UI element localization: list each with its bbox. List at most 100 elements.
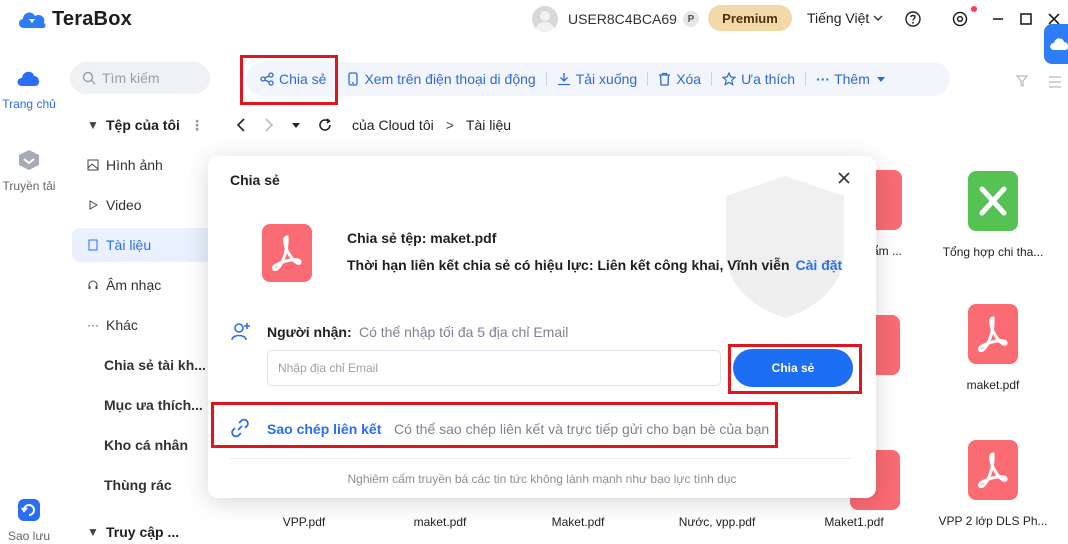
- settings-gear-icon[interactable]: [950, 9, 970, 29]
- sidebar-item-label: Chia sẻ tài kh...: [104, 357, 206, 373]
- file-name: Maket1.pdf: [824, 515, 884, 529]
- sidebar-item-label: Truy cập ...: [106, 524, 180, 540]
- download-label: Tải xuống: [575, 71, 638, 87]
- avatar[interactable]: [532, 6, 558, 32]
- file-item[interactable]: VPP 2 lớp DLS Ph...: [938, 440, 1048, 528]
- view-mobile-button[interactable]: Xem trên điện thoại di động: [337, 62, 545, 96]
- file-name: maket.pdf: [966, 378, 1020, 392]
- settings-link[interactable]: Cài đặt: [796, 257, 843, 273]
- sidebar-item-label: Video: [106, 197, 142, 213]
- help-icon[interactable]: [903, 9, 923, 29]
- add-user-icon: [231, 323, 250, 341]
- list-view-icon[interactable]: [1048, 76, 1062, 88]
- terabox-logo-icon: [18, 12, 46, 29]
- delete-button[interactable]: Xóa: [648, 62, 711, 96]
- language-selector[interactable]: Tiếng Việt: [807, 10, 883, 26]
- file-item[interactable]: VPP.pdf: [262, 515, 346, 529]
- sidebar-item-label: Khác: [106, 317, 138, 333]
- app-name: TeraBox: [52, 7, 132, 30]
- footer-notice: Nghiêm cấm truyền bá các tin tức không l…: [347, 472, 737, 486]
- forward-arrow-icon[interactable]: [264, 118, 274, 132]
- favorite-label: Ưa thích: [741, 71, 796, 87]
- sidebar-item-trash[interactable]: Thùng rác: [72, 468, 214, 502]
- language-label: Tiếng Việt: [807, 10, 870, 26]
- file-name: maket.pdf: [413, 515, 467, 529]
- kebab-icon[interactable]: ⋮: [190, 117, 204, 134]
- file-name: VPP.pdf: [282, 515, 326, 529]
- sidebar-item-video[interactable]: Video: [72, 188, 214, 222]
- backup-icon: [18, 499, 40, 521]
- sidebar-item-documents[interactable]: Tài liệu: [72, 228, 214, 262]
- search-input[interactable]: Tìm kiếm: [70, 62, 210, 94]
- refresh-icon[interactable]: [318, 118, 332, 132]
- delete-label: Xóa: [676, 71, 702, 87]
- sidebar: Tìm kiếm ▼ Tệp của tôi ⋮ Hình ảnh Video …: [60, 52, 218, 544]
- history-dropdown-icon[interactable]: [292, 121, 300, 129]
- sidebar-item-shared[interactable]: Chia sẻ tài kh...: [72, 348, 214, 382]
- document-icon: [86, 239, 100, 251]
- rail-backup[interactable]: Sao lưu: [0, 498, 58, 543]
- plan-badge: P: [682, 11, 699, 27]
- sidebar-item-other[interactable]: ··· Khác: [72, 308, 214, 342]
- title-bar: TeraBox USER8C4BCA69 P Premium Tiếng Việ…: [0, 0, 1068, 40]
- shield-watermark-icon: [726, 176, 844, 318]
- sidebar-item-my-files[interactable]: ▼ Tệp của tôi ⋮: [72, 108, 214, 142]
- rail-home[interactable]: Trang chủ: [0, 66, 58, 111]
- divider: [230, 458, 852, 459]
- file-item[interactable]: Maket.pdf: [536, 515, 620, 529]
- sidebar-item-images[interactable]: Hình ảnh: [72, 148, 214, 182]
- file-name: Tổng hợp chi tha...: [942, 245, 1044, 259]
- file-name: VPP 2 lớp DLS Ph...: [938, 514, 1048, 528]
- file-name: Nước, vpp.pdf: [678, 515, 756, 529]
- sidebar-item-private-vault[interactable]: Kho cá nhân: [72, 428, 214, 462]
- email-field[interactable]: [267, 350, 721, 386]
- user-menu[interactable]: USER8C4BCA69 P: [532, 5, 699, 33]
- maximize-icon[interactable]: [1016, 9, 1036, 29]
- mobile-icon: [348, 72, 359, 86]
- file-name: Maket.pdf: [551, 515, 605, 529]
- caret-down-icon: [876, 77, 885, 82]
- highlight-share-tool: [240, 55, 338, 105]
- left-rail: Trang chủ Truyền tải Sao lưu: [0, 40, 58, 544]
- pdf-file-icon: [968, 440, 1018, 500]
- premium-button[interactable]: Premium: [708, 5, 792, 31]
- cloud-home-icon: [17, 71, 40, 86]
- transfer-icon: [19, 150, 39, 170]
- sidebar-item-favorites[interactable]: Mục ưa thích...: [72, 388, 214, 422]
- search-icon: [82, 71, 96, 85]
- rail-transfer-label: Truyền tải: [2, 179, 56, 193]
- chevron-down-icon: [873, 15, 883, 21]
- download-button[interactable]: Tải xuống: [547, 62, 647, 96]
- breadcrumb: của Cloud tôi > Tài liệu: [236, 114, 511, 136]
- filter-icon[interactable]: [1016, 74, 1030, 88]
- minimize-icon[interactable]: [988, 9, 1008, 29]
- dialog-title: Chia sẻ: [230, 172, 280, 188]
- favorite-button[interactable]: Ưa thích: [712, 62, 805, 96]
- breadcrumb-root[interactable]: của Cloud tôi: [352, 117, 434, 133]
- file-item[interactable]: maket.pdf: [953, 304, 1033, 392]
- more-button[interactable]: ··· Thêm: [806, 62, 901, 96]
- link-validity: Thời hạn liên kết chia sẻ có hiệu lực: L…: [347, 257, 842, 273]
- image-icon: [86, 159, 100, 171]
- file-item[interactable]: Tổng hợp chi tha...: [938, 171, 1048, 259]
- breadcrumb-separator: >: [445, 117, 454, 133]
- highlight-share-button: [728, 344, 862, 394]
- pdf-file-icon: [968, 304, 1018, 364]
- file-item[interactable]: Maket1.pdf: [812, 515, 896, 529]
- sidebar-item-label: Thùng rác: [104, 477, 172, 493]
- file-item[interactable]: maket.pdf: [398, 515, 482, 529]
- highlight-copy-link: [211, 402, 778, 448]
- caret-down-icon: ▼: [87, 118, 99, 132]
- rail-transfer[interactable]: Truyền tải: [0, 148, 58, 193]
- floating-widget[interactable]: [1044, 24, 1068, 64]
- sidebar-item-quick-access[interactable]: ▼ Truy cập ...: [72, 515, 214, 544]
- back-arrow-icon[interactable]: [236, 118, 246, 132]
- file-item[interactable]: Nước, vpp.pdf: [670, 515, 764, 529]
- cloud-icon: [1050, 38, 1068, 50]
- link-validity-text: Thời hạn liên kết chia sẻ có hiệu lực: L…: [347, 257, 790, 273]
- sidebar-item-music[interactable]: Âm nhạc: [72, 268, 214, 302]
- view-mobile-label: Xem trên điện thoại di động: [364, 71, 536, 87]
- notification-dot: [971, 6, 977, 12]
- username: USER8C4BCA69: [568, 11, 677, 27]
- close-icon[interactable]: [836, 170, 852, 186]
